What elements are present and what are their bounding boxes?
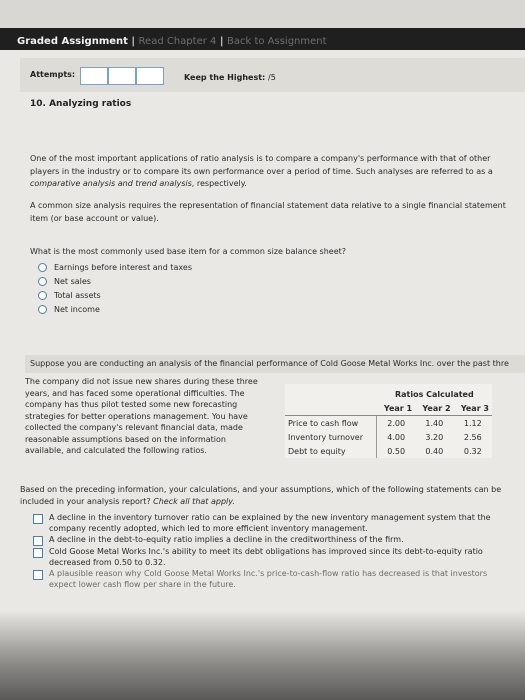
header-title-row: Graded Assignment | Read Chapter 4 | Bac… xyxy=(17,36,327,47)
row-label: Debt to equity xyxy=(285,444,378,458)
row-label: Price to cash flow xyxy=(285,415,378,430)
cell-value: 2.00 xyxy=(387,418,406,428)
q2-option[interactable]: A plausible reason why Cold Goose Metal … xyxy=(33,568,513,590)
cell-value: 1.40 xyxy=(425,418,444,428)
common-size-paragraph: A common size analysis requires the repr… xyxy=(30,201,506,223)
q1-prompt: What is the most commonly used base item… xyxy=(30,247,346,256)
table-header-year2: Year 2 xyxy=(415,401,454,416)
intro-text-italic: comparative analysis and trend analysis xyxy=(30,179,192,188)
checkbox[interactable] xyxy=(33,548,43,558)
cell-value: 3.20 xyxy=(425,432,444,442)
table-caption: Ratios Calculated xyxy=(394,389,474,399)
assignment-page: Graded Assignment | Read Chapter 4 | Bac… xyxy=(0,0,525,700)
table-header-year3: Year 3 xyxy=(453,401,492,416)
q1-option-label: Net income xyxy=(54,304,100,314)
row-label: Inventory turnover xyxy=(285,430,378,444)
question-title: 10. Analyzing ratios xyxy=(30,99,132,109)
cell-value: 1.12 xyxy=(463,418,482,428)
attempt-box-1 xyxy=(80,67,108,85)
q2-option[interactable]: Cold Goose Metal Works Inc.'s ability to… xyxy=(33,546,513,568)
radio-button[interactable] xyxy=(38,304,47,314)
q1-option[interactable]: Net income xyxy=(38,302,192,316)
intro-text-1: One of the most important applications o… xyxy=(30,154,493,176)
assignment-title: Graded Assignment xyxy=(17,36,128,47)
table-header-blank xyxy=(285,401,377,416)
q2-option[interactable]: A decline in the inventory turnover rati… xyxy=(33,512,513,534)
bottom-shadow xyxy=(0,610,525,700)
keep-highest-label: Keep the Highest: /5 xyxy=(184,73,276,82)
cell-value: 2.56 xyxy=(463,432,482,442)
keep-highest-value: /5 xyxy=(268,73,276,82)
q1-option-label: Net sales xyxy=(54,276,91,286)
checkbox[interactable] xyxy=(33,536,43,546)
header-separator-2: | xyxy=(219,36,224,47)
q1-option-label: Total assets xyxy=(54,290,101,300)
top-margin xyxy=(0,0,525,28)
q2-option-label: A plausible reason why Cold Goose Metal … xyxy=(49,569,488,589)
attempt-box-2 xyxy=(108,67,136,85)
q1-options: Earnings before interest and taxes Net s… xyxy=(38,260,192,316)
radio-button[interactable] xyxy=(38,276,47,286)
attempt-box-3 xyxy=(136,67,164,85)
ratios-table: Ratios Calculated Year 1 Year 2 Year 3 P… xyxy=(285,384,492,458)
q2-prompt: Based on the preceding information, your… xyxy=(20,484,515,507)
q2-option[interactable]: A decline in the debt-to-equity ratio im… xyxy=(33,534,513,546)
q1-option[interactable]: Earnings before interest and taxes xyxy=(38,260,192,274)
scenario-text: Suppose you are conducting an analysis o… xyxy=(30,359,509,368)
q1-option[interactable]: Total assets xyxy=(38,288,192,302)
checkbox[interactable] xyxy=(33,570,43,580)
q2-option-label: A decline in the inventory turnover rati… xyxy=(49,513,491,533)
cell-value: 0.50 xyxy=(387,446,406,456)
radio-button[interactable] xyxy=(38,290,47,300)
cell-value: 0.40 xyxy=(425,446,444,456)
table-row: Inventory turnover 4.00 3.20 2.56 xyxy=(285,430,492,444)
table-header-year1: Year 1 xyxy=(376,401,416,416)
company-paragraph: The company did not issue new shares dur… xyxy=(25,377,258,455)
table-row: Debt to equity 0.50 0.40 0.32 xyxy=(285,444,492,458)
attempts-label: Attempts: xyxy=(30,70,76,79)
q2-prompt-italic: Check all that apply. xyxy=(153,496,235,506)
q2-options: A decline in the inventory turnover rati… xyxy=(33,512,513,590)
cell-value: 0.32 xyxy=(463,446,482,456)
table-row: Price to cash flow 2.00 1.40 1.12 xyxy=(285,415,492,430)
back-to-assignment-link[interactable]: Back to Assignment xyxy=(227,36,327,47)
keep-highest-text: Keep the Highest: xyxy=(184,73,266,82)
q2-option-label: Cold Goose Metal Works Inc.'s ability to… xyxy=(49,547,483,567)
q2-option-label: A decline in the debt-to-equity ratio im… xyxy=(49,535,404,544)
cell-value: 4.00 xyxy=(387,432,406,442)
intro-paragraph: One of the most important applications o… xyxy=(30,153,520,191)
radio-button[interactable] xyxy=(38,262,47,272)
intro-text-2: , respectively. xyxy=(191,179,247,188)
read-chapter-link[interactable]: Read Chapter 4 xyxy=(139,36,217,47)
header-separator: | xyxy=(131,36,136,47)
q1-option[interactable]: Net sales xyxy=(38,274,192,288)
attempt-boxes xyxy=(80,67,164,85)
checkbox[interactable] xyxy=(33,514,43,524)
q1-option-label: Earnings before interest and taxes xyxy=(54,262,192,272)
q2-prompt-text: Based on the preceding information, your… xyxy=(20,485,502,506)
